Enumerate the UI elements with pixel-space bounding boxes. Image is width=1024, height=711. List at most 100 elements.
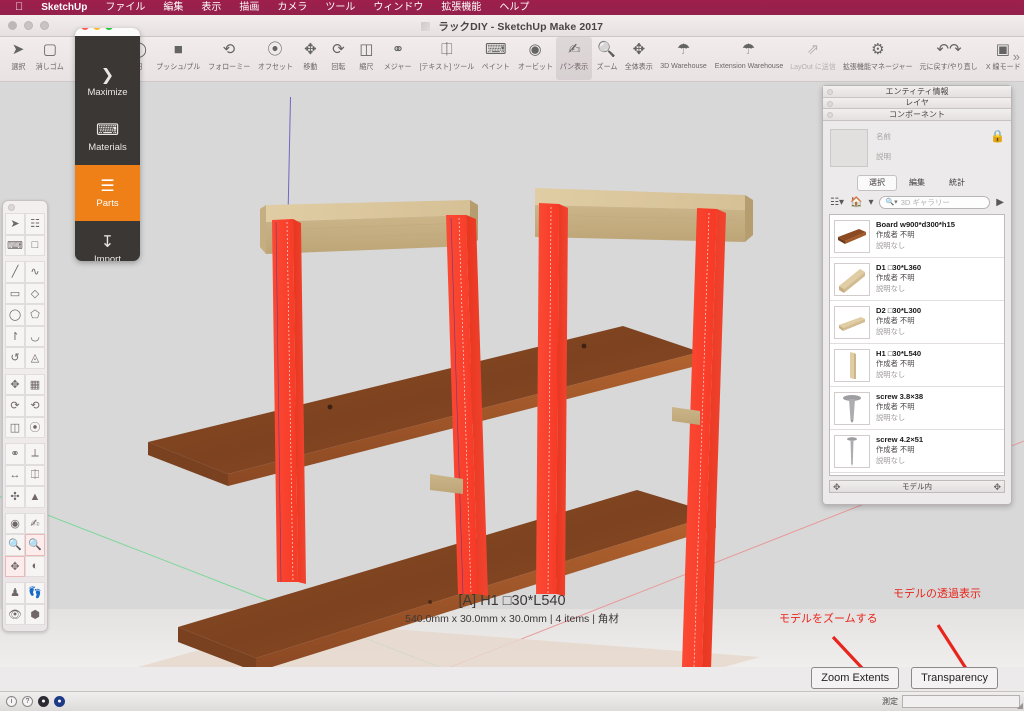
palette-zoom-extents-icon[interactable]: ✥ — [5, 555, 25, 577]
details-flyout-icon[interactable]: ▶ — [996, 197, 1004, 208]
toolbar-button-extension-warehouse[interactable]: ☂ Extension Warehouse — [711, 37, 787, 80]
chevron-down-icon[interactable]: ▾ — [868, 197, 873, 208]
menu-item-edit[interactable]: 編集 — [154, 0, 192, 15]
palette-rotated-rectangle-icon[interactable]: ◇ — [25, 282, 45, 304]
app-panel-item-materials[interactable]: ⌨ Materials — [75, 109, 140, 165]
toolbar-button-send-to-layout[interactable]: ⇗ LayOut に送信 — [786, 37, 839, 80]
toolbar-button-text[interactable]: ⎅ [テキスト] ツール — [416, 37, 478, 80]
app-panel-item-maximize[interactable]: ❯ Maximize — [75, 49, 140, 109]
list-item[interactable]: screw 4.2×51 作成者 不明 説明なし — [830, 430, 1004, 473]
menu-item-draw[interactable]: 描画 — [230, 0, 268, 15]
menu-item-view[interactable]: 表示 — [192, 0, 230, 15]
transparency-button[interactable]: Transparency — [911, 667, 998, 689]
palette-position-camera-icon[interactable]: ♟ — [5, 582, 25, 604]
toolbar-button-extension-manager[interactable]: ⚙ 拡張機能マネージャー — [839, 37, 916, 80]
palette-component-icon[interactable]: ☷ — [25, 213, 45, 235]
palette-rotate-icon[interactable]: ⟳ — [5, 395, 25, 417]
measure-input[interactable] — [902, 695, 1020, 708]
palette-text-tool-icon[interactable]: ⎅ — [25, 464, 45, 486]
toolbar-button-3d-warehouse[interactable]: ☂ 3D Warehouse — [657, 37, 711, 80]
toolbar-button-scale[interactable]: ◫ 縮尺 — [352, 37, 380, 80]
palette-three-d-text-icon[interactable]: ▲ — [25, 486, 45, 508]
toolbar-button-undo-redo[interactable]: ↶↷ 元に戻す/やり直し — [916, 37, 981, 80]
inspector-section-entity-info[interactable]: エンティティ情報 — [823, 86, 1011, 98]
zoom-extents-button[interactable]: Zoom Extents — [811, 667, 900, 689]
menu-item-camera[interactable]: カメラ — [268, 0, 316, 15]
toolbar-button-move[interactable]: ✥ 移動 — [296, 37, 324, 80]
help-icon[interactable]: ? — [22, 696, 33, 707]
menu-item-tools[interactable]: ツール — [316, 0, 364, 15]
palette-arrow-select-icon[interactable]: ➤ — [5, 213, 25, 235]
palette-eraser-icon[interactable]: □ — [25, 234, 45, 256]
disclosure-triangle-icon[interactable] — [827, 112, 833, 118]
apple-logo-icon[interactable]:  — [6, 0, 32, 15]
palette-zoom-magnifier-icon[interactable]: 🔍 — [5, 534, 25, 556]
palette-walk-icon[interactable]: 👣 — [25, 582, 45, 604]
palette-arc-icon[interactable]: ↾ — [5, 325, 25, 347]
palette-push-pull-icon[interactable]: ▦ — [25, 373, 45, 395]
tab-statistics[interactable]: 統計 — [937, 175, 977, 191]
menu-app-name[interactable]: SketchUp — [32, 0, 96, 15]
palette-zoom-window-icon[interactable]: 🔍 — [25, 534, 45, 556]
disclosure-triangle-icon[interactable] — [827, 100, 833, 107]
palette-dimension-icon[interactable]: ↔ — [5, 464, 25, 486]
inspector-section-components[interactable]: コンポーネント — [823, 109, 1011, 121]
palette-rectangle-icon[interactable]: ▭ — [5, 282, 25, 304]
menu-item-extensions[interactable]: 拡張機能 — [432, 0, 490, 15]
app-panel-close-dot-icon[interactable] — [81, 28, 89, 30]
palette-pan-hand-icon[interactable]: ✍ — [25, 512, 45, 534]
info-icon[interactable]: i — [6, 696, 17, 707]
app-panel-overflow-icon[interactable]: ••• — [117, 28, 127, 30]
toolbar-button-zoom[interactable]: 🔍 ズーム — [592, 37, 621, 80]
nav-back-icon[interactable]: ✥ — [833, 482, 841, 493]
toolbar-button-zoom-extents[interactable]: ✥ 全体表示 — [621, 37, 657, 80]
palette-three-point-arc-icon[interactable]: ↺ — [5, 347, 25, 369]
app-panel-minimize-dot-icon[interactable] — [93, 28, 101, 30]
toolbar-button-select[interactable]: ➤ 選択 — [4, 37, 32, 80]
component-list[interactable]: Board w900*d300*h15 作成者 不明 説明なし D1 □30*L… — [829, 213, 1005, 476]
palette-two-point-arc-icon[interactable]: ◡ — [25, 325, 45, 347]
menu-item-window[interactable]: ウィンドウ — [364, 0, 432, 15]
zoom-dot-icon[interactable] — [40, 21, 49, 30]
palette-freehand-icon[interactable]: ∿ — [25, 261, 45, 283]
toolbar-button-rotate[interactable]: ⟳ 回転 — [324, 37, 352, 80]
palette-pie-icon[interactable]: ◬ — [25, 347, 45, 369]
list-item[interactable]: D2 □30*L300 作成者 不明 説明なし — [830, 301, 1004, 344]
menu-item-help[interactable]: ヘルプ — [490, 0, 538, 15]
palette-axes-icon[interactable]: ✣ — [5, 486, 25, 508]
app-panel-item-import[interactable]: ↧ Import — [75, 221, 140, 262]
palette-look-around-icon[interactable]: 👁 — [5, 603, 25, 625]
minimize-dot-icon[interactable] — [24, 21, 33, 30]
inspector-section-layers[interactable]: レイヤ — [823, 97, 1011, 109]
list-item[interactable]: screw 3.8×38 作成者 不明 説明なし — [830, 387, 1004, 430]
disclosure-triangle-icon[interactable] — [827, 89, 833, 95]
palette-scale-icon[interactable]: ◫ — [5, 416, 25, 438]
list-item[interactable]: D1 □30*L360 作成者 不明 説明なし — [830, 258, 1004, 301]
person-icon[interactable]: ● — [38, 696, 49, 707]
palette-paint-bucket-icon[interactable]: ⌨ — [5, 234, 25, 256]
home-icon[interactable]: 🏠 — [850, 197, 862, 208]
toolbar-button-paint[interactable]: ⌨ ペイント — [478, 37, 514, 80]
palette-tape-measure-icon[interactable]: ⚭ — [5, 443, 25, 465]
palette-circle-icon[interactable]: ◯ — [5, 304, 25, 326]
palette-previous-view-icon[interactable]: ◐ — [25, 555, 45, 577]
tab-select[interactable]: 選択 — [857, 174, 897, 191]
list-item[interactable]: H1 □30*L540 作成者 不明 説明なし — [830, 344, 1004, 387]
menu-item-file[interactable]: ファイル — [96, 0, 154, 15]
lock-icon[interactable]: 🔒 — [990, 129, 1005, 143]
app-panel-zoom-dot-icon[interactable] — [105, 28, 113, 30]
component-search-field[interactable]: 🔍▾ 3D ギャラリー — [879, 195, 991, 209]
toolbar-button-eraser[interactable]: ▢ 消しゴム — [32, 37, 68, 80]
palette-protractor-icon[interactable]: ⟂ — [25, 443, 45, 465]
toolbar-button-push-pull[interactable]: ■ プッシュ/プル — [153, 37, 205, 80]
palette-move-icon[interactable]: ✥ — [5, 373, 25, 395]
palette-offset-icon[interactable]: ⦿ — [25, 416, 45, 438]
palette-section-plane-icon[interactable]: ⬢ — [25, 603, 45, 625]
palette-orbit-icon[interactable]: ◉ — [5, 512, 25, 534]
close-dot-icon[interactable] — [8, 21, 17, 30]
toolbar-button-follow-me[interactable]: ⟲ フォローミー — [204, 37, 254, 80]
toolbar-overflow-button[interactable]: » — [1013, 49, 1020, 64]
window-traffic-lights[interactable] — [8, 21, 49, 30]
palette-polygon-icon[interactable]: ⬠ — [25, 304, 45, 326]
resize-grip-icon[interactable]: ◢ — [1017, 701, 1023, 710]
